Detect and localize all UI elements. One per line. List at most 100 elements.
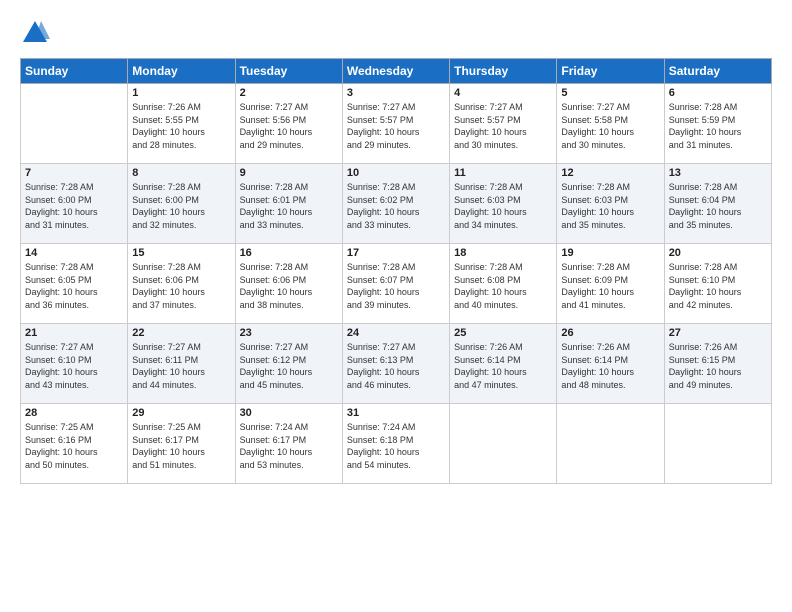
day-cell: 6Sunrise: 7:28 AM Sunset: 5:59 PM Daylig… (664, 84, 771, 164)
day-number: 7 (25, 167, 123, 179)
header-cell-wednesday: Wednesday (342, 59, 449, 84)
day-cell: 25 Sunrise: 7:26 AM Sunset: 6:14 PM Dayli… (450, 324, 557, 404)
day-cell: 28 Sunrise: 7:25 AM Sunset: 6:16 PM Dayli… (21, 404, 128, 484)
day-number: 18 (454, 247, 552, 259)
day-info: Sunrise: 7:26 AM Sunset: 6:15 PM Dayligh… (669, 341, 767, 391)
day-number: 11 (454, 167, 552, 179)
day-number: 27 (669, 327, 767, 339)
header-cell-friday: Friday (557, 59, 664, 84)
header-cell-thursday: Thursday (450, 59, 557, 84)
day-number: 2 (240, 87, 338, 99)
day-number: 19 (561, 247, 659, 259)
day-info: Sunrise: 7:26 AM Sunset: 5:55 PM Dayligh… (132, 101, 230, 151)
day-info: Sunrise: 7:28 AM Sunset: 6:01 PM Dayligh… (240, 181, 338, 231)
day-cell: 21Sunrise: 7:27 AM Sunset: 6:10 PM Dayli… (21, 324, 128, 404)
day-number: 10 (347, 167, 445, 179)
day-cell: 7Sunrise: 7:28 AM Sunset: 6:00 PM Daylig… (21, 164, 128, 244)
day-number: 6 (669, 87, 767, 99)
day-cell: 1 Sunrise: 7:26 AM Sunset: 5:55 PM Daylig… (128, 84, 235, 164)
page: SundayMondayTuesdayWednesdayThursdayFrid… (0, 0, 792, 612)
logo (20, 18, 54, 48)
week-row-3: 14 Sunrise: 7:28 AM Sunset: 6:05 PM Dayli… (21, 244, 772, 324)
day-cell: 14 Sunrise: 7:28 AM Sunset: 6:05 PM Dayli… (21, 244, 128, 324)
day-info: Sunrise: 7:25 AM Sunset: 6:16 PM Dayligh… (25, 421, 123, 471)
day-number: 29 (132, 407, 230, 419)
day-info: Sunrise: 7:28 AM Sunset: 6:06 PM Dayligh… (240, 261, 338, 311)
day-cell: 22 Sunrise: 7:27 AM Sunset: 6:11 PM Dayli… (128, 324, 235, 404)
week-row-5: 28 Sunrise: 7:25 AM Sunset: 6:16 PM Dayli… (21, 404, 772, 484)
day-cell: 24 Sunrise: 7:27 AM Sunset: 6:13 PM Dayli… (342, 324, 449, 404)
day-cell: 20Sunrise: 7:28 AM Sunset: 6:10 PM Dayli… (664, 244, 771, 324)
day-number: 14 (25, 247, 123, 259)
day-info: Sunrise: 7:28 AM Sunset: 6:05 PM Dayligh… (25, 261, 123, 311)
day-info: Sunrise: 7:28 AM Sunset: 6:00 PM Dayligh… (132, 181, 230, 231)
day-number: 21 (25, 327, 123, 339)
logo-icon (20, 18, 50, 48)
header-cell-tuesday: Tuesday (235, 59, 342, 84)
day-cell: 16 Sunrise: 7:28 AM Sunset: 6:06 PM Dayli… (235, 244, 342, 324)
day-number: 28 (25, 407, 123, 419)
day-cell: 31Sunrise: 7:24 AM Sunset: 6:18 PM Dayli… (342, 404, 449, 484)
day-cell: 17 Sunrise: 7:28 AM Sunset: 6:07 PM Dayli… (342, 244, 449, 324)
day-info: Sunrise: 7:27 AM Sunset: 5:58 PM Dayligh… (561, 101, 659, 151)
day-number: 16 (240, 247, 338, 259)
day-number: 30 (240, 407, 338, 419)
day-cell: 4Sunrise: 7:27 AM Sunset: 5:57 PM Daylig… (450, 84, 557, 164)
day-info: Sunrise: 7:24 AM Sunset: 6:18 PM Dayligh… (347, 421, 445, 471)
day-cell: 18 Sunrise: 7:28 AM Sunset: 6:08 PM Dayli… (450, 244, 557, 324)
day-info: Sunrise: 7:28 AM Sunset: 6:02 PM Dayligh… (347, 181, 445, 231)
day-number: 20 (669, 247, 767, 259)
day-info: Sunrise: 7:28 AM Sunset: 6:03 PM Dayligh… (454, 181, 552, 231)
day-info: Sunrise: 7:28 AM Sunset: 6:04 PM Dayligh… (669, 181, 767, 231)
day-number: 25 (454, 327, 552, 339)
day-info: Sunrise: 7:27 AM Sunset: 6:13 PM Dayligh… (347, 341, 445, 391)
day-info: Sunrise: 7:27 AM Sunset: 5:56 PM Dayligh… (240, 101, 338, 151)
day-cell: 5 Sunrise: 7:27 AM Sunset: 5:58 PM Daylig… (557, 84, 664, 164)
calendar-table: SundayMondayTuesdayWednesdayThursdayFrid… (20, 58, 772, 484)
header-cell-saturday: Saturday (664, 59, 771, 84)
day-cell: 12Sunrise: 7:28 AM Sunset: 6:03 PM Dayli… (557, 164, 664, 244)
day-number: 5 (561, 87, 659, 99)
day-cell: 26 Sunrise: 7:26 AM Sunset: 6:14 PM Dayli… (557, 324, 664, 404)
day-cell (21, 84, 128, 164)
day-cell: 19 Sunrise: 7:28 AM Sunset: 6:09 PM Dayli… (557, 244, 664, 324)
day-info: Sunrise: 7:27 AM Sunset: 6:12 PM Dayligh… (240, 341, 338, 391)
day-cell: 3 Sunrise: 7:27 AM Sunset: 5:57 PM Daylig… (342, 84, 449, 164)
calendar-header: SundayMondayTuesdayWednesdayThursdayFrid… (21, 59, 772, 84)
day-cell (450, 404, 557, 484)
day-info: Sunrise: 7:28 AM Sunset: 6:08 PM Dayligh… (454, 261, 552, 311)
day-info: Sunrise: 7:27 AM Sunset: 6:11 PM Dayligh… (132, 341, 230, 391)
week-row-2: 7 Sunrise: 7:28 AM Sunset: 6:00 PM Daylig… (21, 164, 772, 244)
day-cell: 29Sunrise: 7:25 AM Sunset: 6:17 PM Dayli… (128, 404, 235, 484)
day-cell: 9Sunrise: 7:28 AM Sunset: 6:01 PM Daylig… (235, 164, 342, 244)
day-number: 4 (454, 87, 552, 99)
header (20, 18, 772, 48)
header-cell-sunday: Sunday (21, 59, 128, 84)
day-number: 26 (561, 327, 659, 339)
day-cell: 13 Sunrise: 7:28 AM Sunset: 6:04 PM Dayli… (664, 164, 771, 244)
day-number: 24 (347, 327, 445, 339)
day-info: Sunrise: 7:28 AM Sunset: 6:09 PM Dayligh… (561, 261, 659, 311)
calendar-body: 1 Sunrise: 7:26 AM Sunset: 5:55 PM Daylig… (21, 84, 772, 484)
header-cell-monday: Monday (128, 59, 235, 84)
day-cell (557, 404, 664, 484)
day-number: 1 (132, 87, 230, 99)
day-number: 22 (132, 327, 230, 339)
day-cell: 27 Sunrise: 7:26 AM Sunset: 6:15 PM Dayli… (664, 324, 771, 404)
day-number: 3 (347, 87, 445, 99)
day-info: Sunrise: 7:28 AM Sunset: 6:07 PM Dayligh… (347, 261, 445, 311)
day-info: Sunrise: 7:26 AM Sunset: 6:14 PM Dayligh… (454, 341, 552, 391)
day-info: Sunrise: 7:24 AM Sunset: 6:17 PM Dayligh… (240, 421, 338, 471)
day-number: 23 (240, 327, 338, 339)
day-number: 13 (669, 167, 767, 179)
day-number: 17 (347, 247, 445, 259)
day-info: Sunrise: 7:27 AM Sunset: 5:57 PM Dayligh… (347, 101, 445, 151)
day-info: Sunrise: 7:28 AM Sunset: 6:06 PM Dayligh… (132, 261, 230, 311)
day-info: Sunrise: 7:28 AM Sunset: 6:03 PM Dayligh… (561, 181, 659, 231)
day-number: 15 (132, 247, 230, 259)
day-cell: 11 Sunrise: 7:28 AM Sunset: 6:03 PM Dayli… (450, 164, 557, 244)
week-row-4: 21Sunrise: 7:27 AM Sunset: 6:10 PM Dayli… (21, 324, 772, 404)
day-info: Sunrise: 7:26 AM Sunset: 6:14 PM Dayligh… (561, 341, 659, 391)
header-row: SundayMondayTuesdayWednesdayThursdayFrid… (21, 59, 772, 84)
day-cell: 23 Sunrise: 7:27 AM Sunset: 6:12 PM Dayli… (235, 324, 342, 404)
